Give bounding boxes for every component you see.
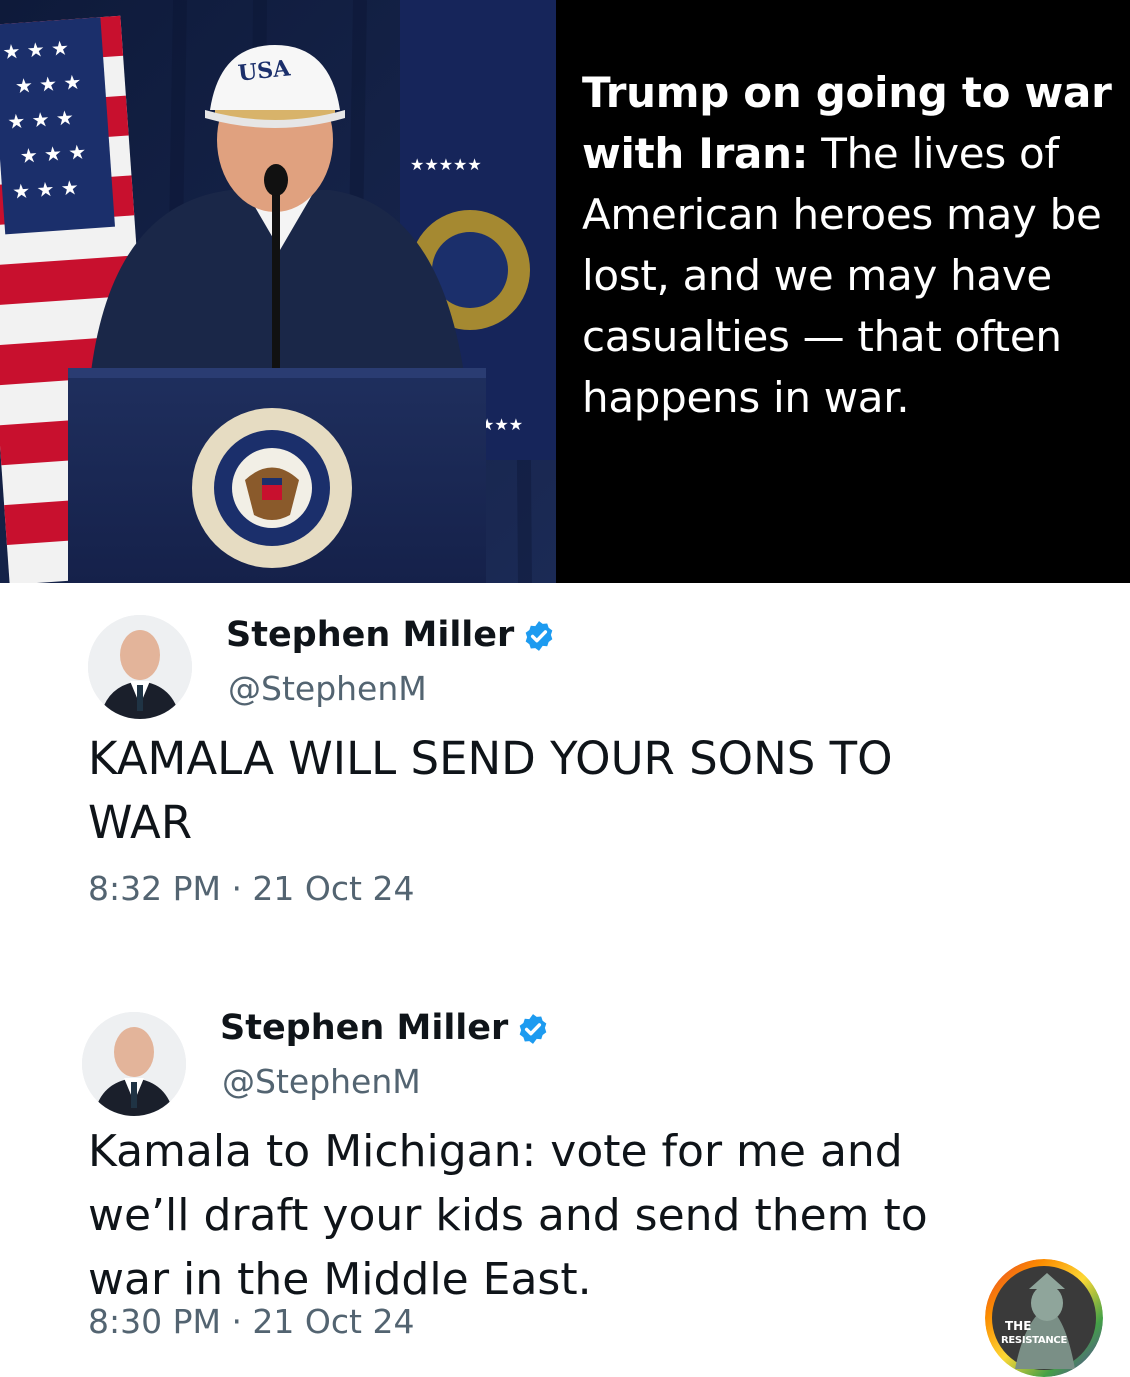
author-name[interactable]: Stephen Miller bbox=[220, 1008, 550, 1048]
tweet-text: Kamala to Michigan: vote for me and we’l… bbox=[88, 1126, 928, 1305]
svg-text:★★★: ★★★ bbox=[480, 415, 523, 434]
author-handle[interactable]: @StephenM bbox=[222, 1062, 421, 1101]
tweet-card[interactable]: Stephen Miller @StephenM KAMALA WILL SEN… bbox=[0, 583, 1130, 953]
verified-badge-icon bbox=[519, 1014, 547, 1044]
svg-text:★ ★ ★: ★ ★ ★ bbox=[19, 140, 87, 169]
cap-text: USA bbox=[236, 55, 292, 87]
resistance-logo: THE RESISTANCE bbox=[985, 1259, 1103, 1377]
author-handle[interactable]: @StephenM bbox=[228, 669, 427, 708]
tweet-timestamp[interactable]: 8:32 PM · 21 Oct 24 bbox=[88, 869, 414, 908]
svg-text:★ ★ ★: ★ ★ ★ bbox=[7, 105, 75, 134]
svg-text:★ ★ ★: ★ ★ ★ bbox=[14, 70, 82, 99]
verified-badge-icon bbox=[525, 621, 553, 651]
tweet-text: KAMALA WILL SEND YOUR SONS TO WAR bbox=[88, 732, 893, 849]
logo-line-1: THE bbox=[1005, 1319, 1032, 1333]
header-caption: Trump on going to war with Iran: The liv… bbox=[582, 62, 1122, 428]
svg-text:★ ★ ★: ★ ★ ★ bbox=[11, 175, 79, 204]
presidential-seal-icon bbox=[192, 408, 352, 568]
logo-line-2: RESISTANCE bbox=[1001, 1335, 1067, 1346]
avatar[interactable] bbox=[88, 615, 192, 719]
author-name[interactable]: Stephen Miller bbox=[226, 615, 556, 655]
svg-text:★ ★ ★: ★ ★ ★ bbox=[2, 35, 70, 64]
tweet-timestamp[interactable]: 8:30 PM · 21 Oct 24 bbox=[88, 1302, 414, 1341]
tweet-card[interactable]: Stephen Miller @StephenM Kamala to Michi… bbox=[0, 990, 1130, 1376]
author-name-text: Stephen Miller bbox=[220, 1008, 509, 1048]
speaker-photo: ★ ★ ★ ★ ★ ★ ★ ★ ★ ★ ★ ★ ★ ★ ★ ★★★★★ ★★★ bbox=[0, 0, 556, 583]
author-name-text: Stephen Miller bbox=[226, 615, 515, 655]
header-banner: ★ ★ ★ ★ ★ ★ ★ ★ ★ ★ ★ ★ ★ ★ ★ ★★★★★ ★★★ bbox=[0, 0, 1130, 583]
avatar[interactable] bbox=[82, 1012, 186, 1116]
svg-text:★★★★★: ★★★★★ bbox=[410, 155, 482, 174]
